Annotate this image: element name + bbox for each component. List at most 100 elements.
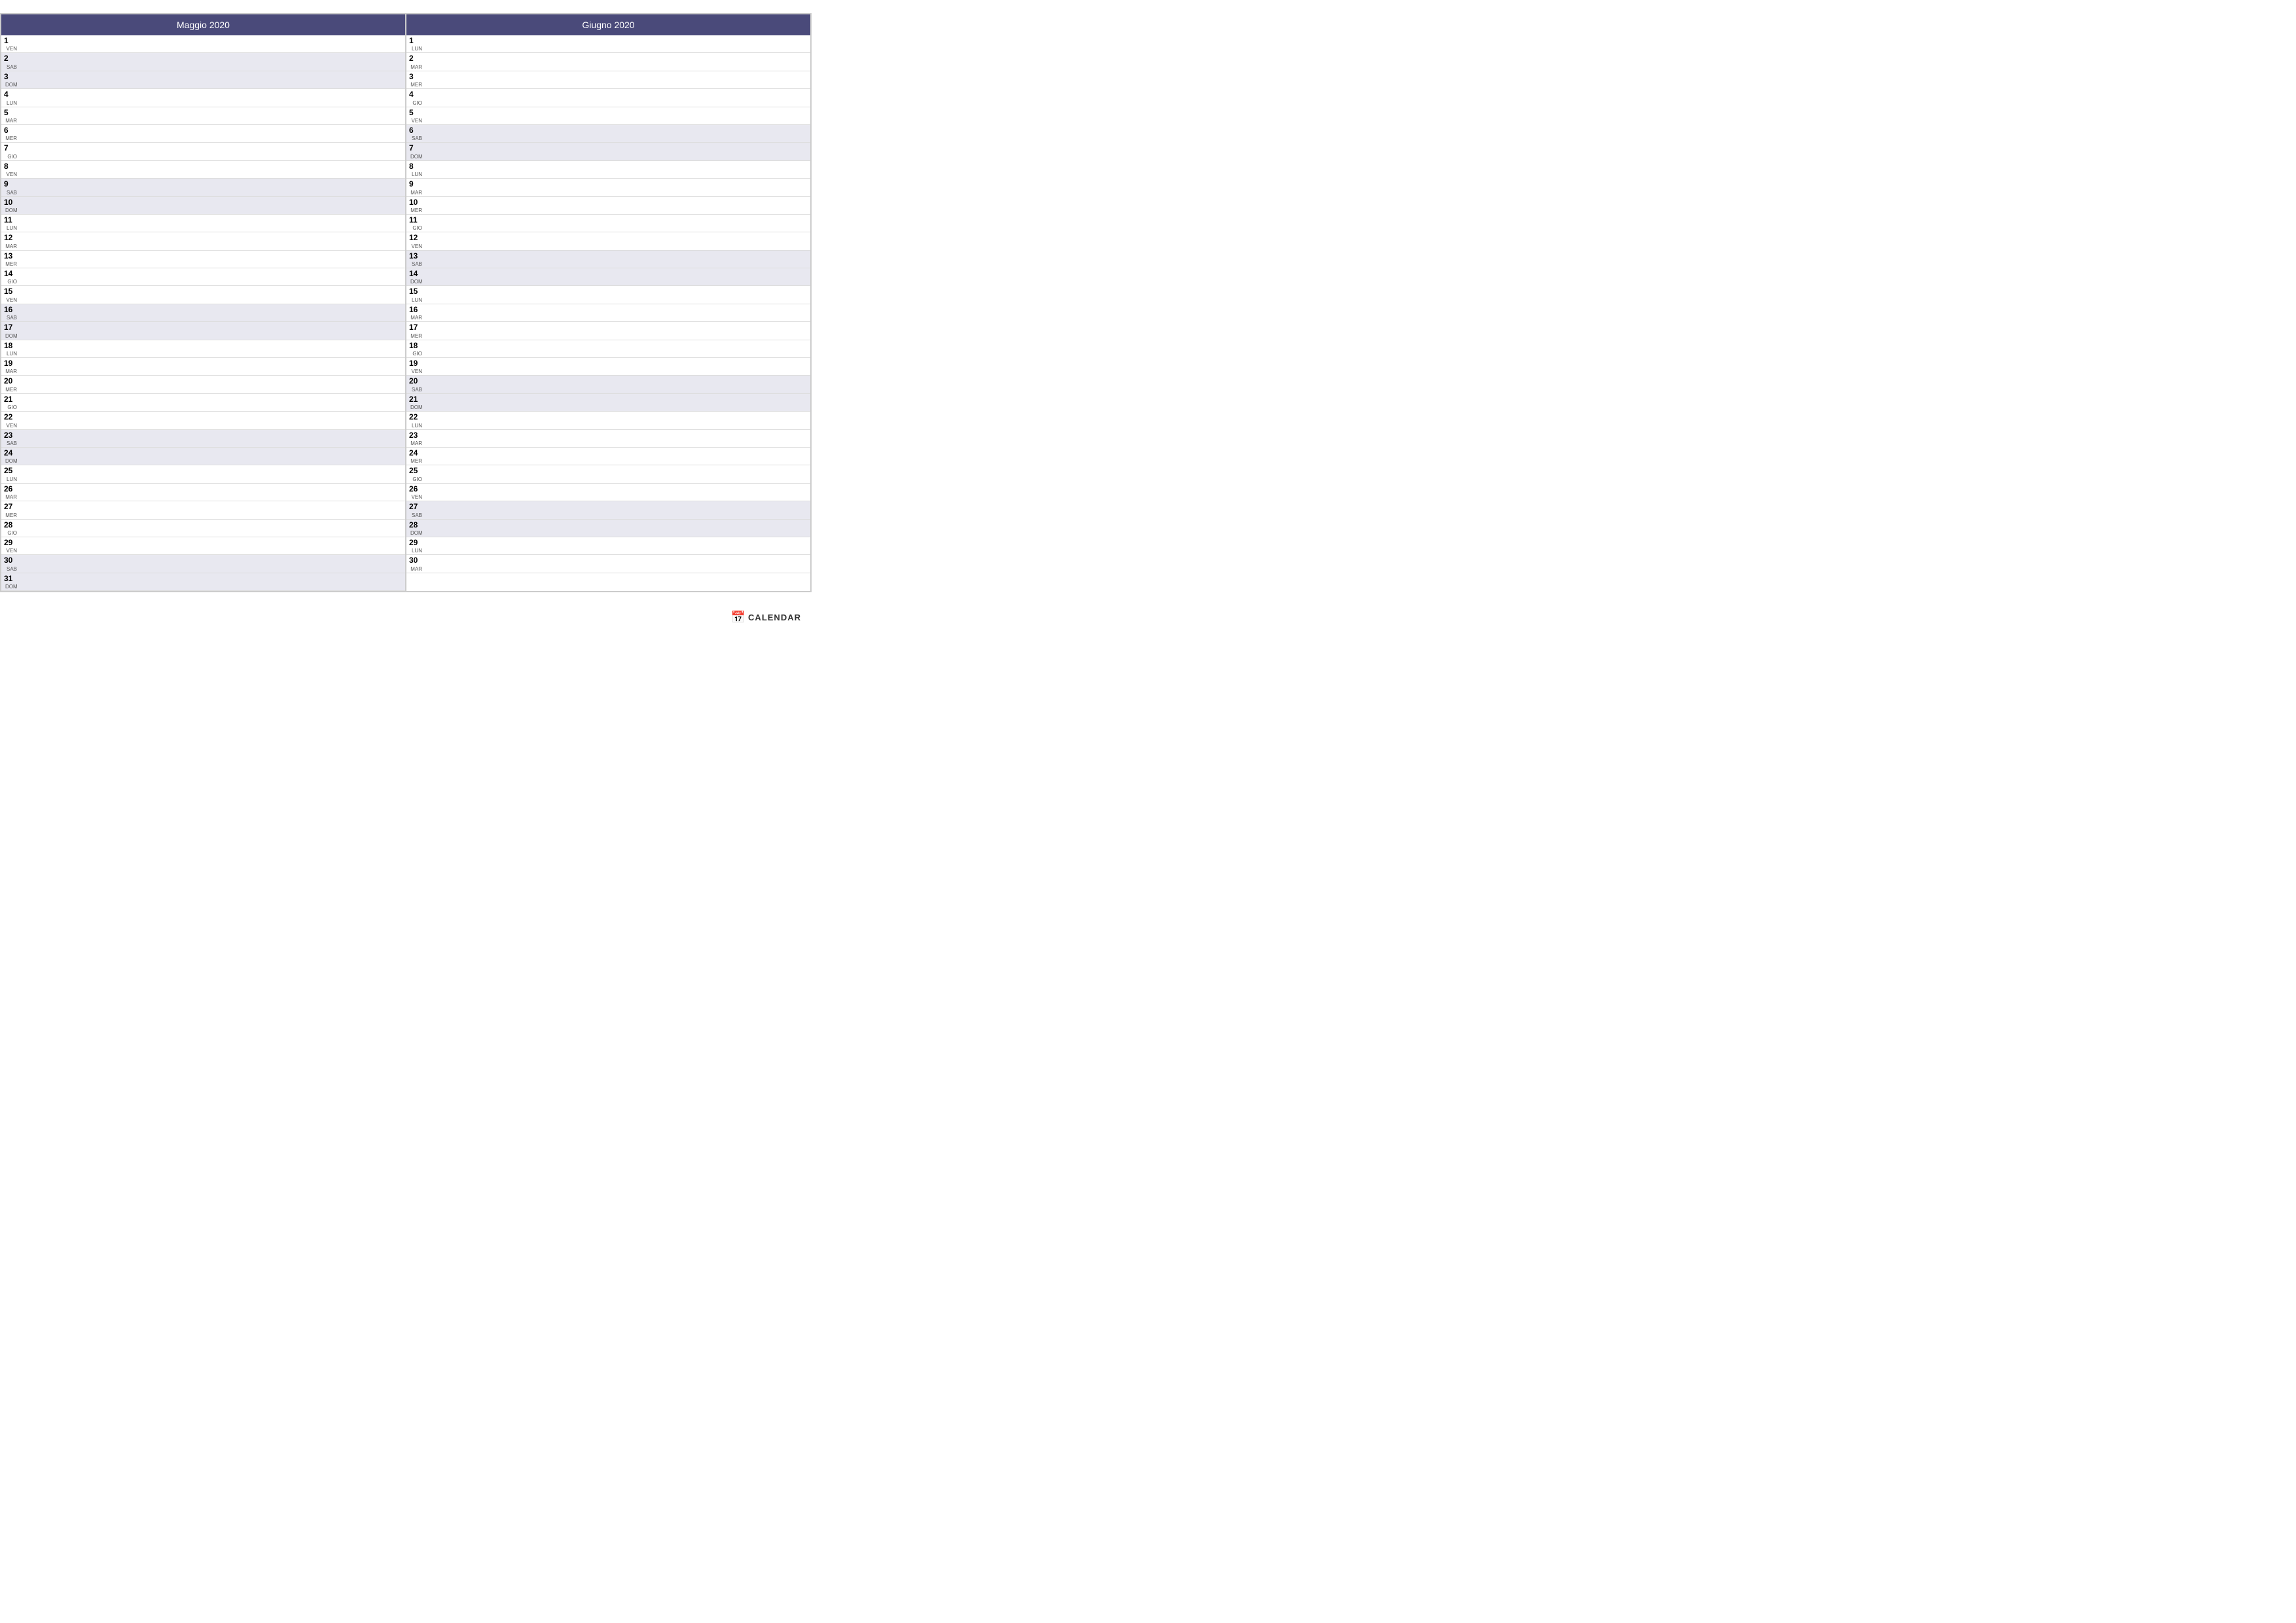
day-cell: 13MER <box>4 251 17 267</box>
day-cell: 27 MER <box>4 502 17 518</box>
month-header-1: Giugno 2020 <box>406 14 810 35</box>
day-number: 30 <box>409 556 422 565</box>
day-name: GIO <box>412 101 422 106</box>
day-cell: 21DOM <box>409 395 423 410</box>
day-row: 4LUN <box>1 89 405 107</box>
day-cell: 4LUN <box>4 90 17 105</box>
day-name: MER <box>410 82 422 88</box>
day-number: 18 <box>4 341 17 350</box>
day-cell: 19VEN <box>409 359 422 374</box>
day-name: DOM <box>410 154 423 160</box>
day-row: 11GIO <box>406 215 810 232</box>
day-name: MER <box>410 208 422 213</box>
day-row: 28GIO <box>1 520 405 537</box>
day-cell: 9MAR <box>409 179 422 195</box>
day-row: 4GIO <box>406 89 810 107</box>
day-number: 11 <box>4 215 17 224</box>
day-name: SAB <box>7 190 17 196</box>
footer: 📅 CALENDAR <box>0 605 812 630</box>
day-name: MER <box>410 459 422 464</box>
day-name: VEN <box>7 172 17 177</box>
day-name: SAB <box>412 513 422 518</box>
day-number: 7 <box>409 143 423 152</box>
day-cell: 12MAR <box>4 233 17 249</box>
day-cell: 22VEN <box>4 412 17 428</box>
day-name: LUN <box>7 101 17 106</box>
day-row: 21DOM <box>406 394 810 412</box>
day-number: 6 <box>409 126 422 135</box>
day-number: 20 <box>4 376 17 385</box>
day-number: 26 <box>409 484 422 493</box>
day-number: 15 <box>4 287 17 296</box>
day-row: 27 MER <box>1 501 405 519</box>
day-cell: 16SAB <box>4 305 17 321</box>
day-cell: 27SAB <box>409 502 422 518</box>
day-row: 17MER <box>406 322 810 340</box>
day-number: 10 <box>4 198 18 207</box>
day-name: VEN <box>412 495 422 500</box>
day-number: 30 <box>4 556 17 565</box>
day-cell: 5VEN <box>409 108 422 124</box>
day-row: 24MER <box>406 448 810 465</box>
day-cell: 7 DOM <box>409 143 423 159</box>
day-row: 25LUN <box>1 465 405 483</box>
day-row: 10DOM <box>1 197 405 215</box>
day-cell: 6MER <box>4 126 17 141</box>
day-cell: 11GIO <box>409 215 422 231</box>
day-row: 15LUN <box>406 286 810 304</box>
day-name: SAB <box>412 262 422 267</box>
day-row: 24DOM <box>1 448 405 465</box>
day-name: SAB <box>412 136 422 141</box>
day-cell: 30SAB <box>4 556 17 571</box>
day-name: MAR <box>410 315 422 321</box>
day-cell: 25LUN <box>4 466 17 482</box>
day-name: MAR <box>5 495 17 500</box>
day-name: MER <box>5 513 17 518</box>
day-cell: 24DOM <box>4 448 18 464</box>
day-name: LUN <box>7 351 17 357</box>
day-cell: 28DOM <box>409 520 423 536</box>
day-cell: 14DOM <box>409 269 423 285</box>
day-number: 26 <box>4 484 17 493</box>
day-name: GIO <box>412 226 422 231</box>
day-cell: 26 MAR <box>4 484 17 500</box>
day-cell: 22LUN <box>409 412 422 428</box>
day-row: 10MER <box>406 197 810 215</box>
day-row: 3DOM <box>1 71 405 89</box>
day-name: GIO <box>7 279 17 285</box>
day-row: 18LUN <box>1 340 405 358</box>
day-number: 23 <box>4 431 17 440</box>
day-number: 24 <box>4 448 18 457</box>
day-cell: 11LUN <box>4 215 17 231</box>
day-cell: 29LUN <box>409 538 422 554</box>
day-number: 16 <box>4 305 17 314</box>
day-number: 3 <box>409 72 422 81</box>
day-name: LUN <box>412 548 422 554</box>
day-number: 27 <box>4 502 17 511</box>
day-row: 15VEN <box>1 286 405 304</box>
day-name: LUN <box>412 172 422 177</box>
day-number: 17 <box>409 323 422 332</box>
day-row: 21GIO <box>1 394 405 412</box>
day-cell: 18GIO <box>409 341 422 357</box>
day-row: 6MER <box>1 125 405 143</box>
day-number: 28 <box>4 520 17 529</box>
day-number: 10 <box>409 198 422 207</box>
brand-text: CALENDAR <box>748 613 801 622</box>
day-cell: 1VEN <box>4 36 17 52</box>
day-name: SAB <box>7 65 17 70</box>
day-cell: 28GIO <box>4 520 17 536</box>
month-col-0: Maggio 20201VEN2SAB3DOM4LUN5MAR6MER7GIO8… <box>1 14 406 592</box>
day-number: 9 <box>409 179 422 188</box>
day-cell: 18LUN <box>4 341 17 357</box>
day-row: 2MAR <box>406 53 810 71</box>
day-row: 5VEN <box>406 107 810 125</box>
day-number: 25 <box>4 466 17 475</box>
day-cell: 20SAB <box>409 376 422 392</box>
day-number: 20 <box>409 376 422 385</box>
day-name: VEN <box>412 118 422 124</box>
day-row: 23SAB <box>1 430 405 448</box>
day-row: 20SAB <box>406 376 810 393</box>
day-row: 18GIO <box>406 340 810 358</box>
day-number: 3 <box>4 72 18 81</box>
